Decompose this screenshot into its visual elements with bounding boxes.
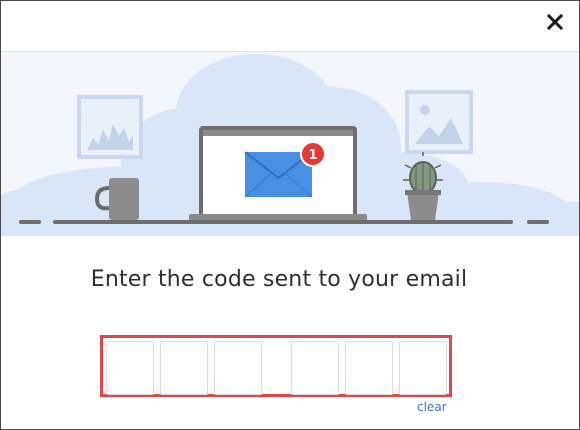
code-digit-1-input[interactable]: [106, 341, 154, 395]
close-button[interactable]: [543, 10, 567, 34]
code-digit-6-input[interactable]: [399, 341, 447, 395]
email-illustration: 1: [1, 52, 579, 236]
code-digit-2-input[interactable]: [160, 341, 208, 395]
notification-count: 1: [308, 148, 317, 163]
picture-frame-icon: [77, 95, 143, 159]
code-digit-4-input[interactable]: [291, 341, 339, 395]
code-digit-5-input[interactable]: [345, 341, 393, 395]
picture-frame-icon: [405, 90, 473, 154]
page-title: Enter the code sent to your email: [90, 267, 468, 292]
code-input-group: [100, 335, 452, 397]
close-icon: [546, 13, 564, 31]
clear-link[interactable]: clear: [417, 400, 447, 414]
notification-badge: 1: [300, 141, 326, 167]
dialog-header: [1, 1, 579, 52]
desk-line: [19, 220, 549, 224]
verification-dialog: 1 Enter the code sent to your email clea…: [0, 0, 580, 430]
code-digit-3-input[interactable]: [214, 341, 262, 395]
